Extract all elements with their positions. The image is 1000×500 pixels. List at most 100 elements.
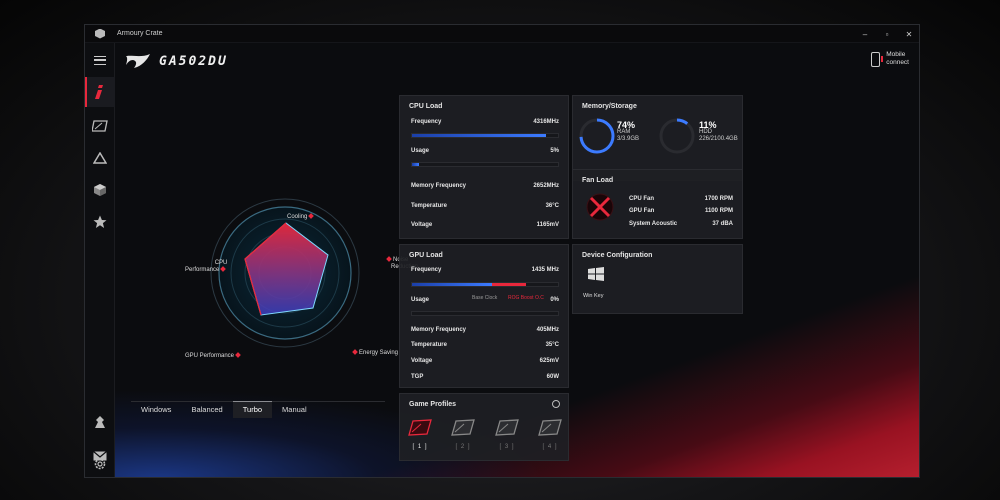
profile-item-3[interactable]: [ 3 ]: [495, 418, 519, 454]
window-title: Armoury Crate: [117, 30, 163, 37]
gpu-usage-value: 0%: [550, 297, 559, 303]
laptop-profile-icon: [495, 419, 519, 436]
profile-item-1[interactable]: [ 1 ]: [408, 418, 432, 454]
star-icon: [93, 215, 107, 228]
sidebar-item-user[interactable]: [85, 407, 115, 437]
gpu-memory-frequency-value: 405MHz: [536, 327, 559, 333]
mobile-connect-line1: Mobile: [886, 51, 906, 58]
hdd-readout: 11% HDD 226/2100.4GB: [699, 120, 738, 143]
cpu-load-title: CPU Load: [409, 103, 443, 110]
laptop-profile-icon: [451, 419, 475, 436]
mode-tab-turbo[interactable]: Turbo: [232, 400, 273, 418]
minimize-button[interactable]: –: [861, 30, 869, 39]
radar-label-energy: Energy Saving: [351, 349, 398, 357]
gpu-fan-value: 1100 RPM: [704, 208, 733, 214]
cpu-frequency-value: 4316MHz: [533, 119, 559, 125]
cube-icon: [94, 184, 106, 196]
cpu-temperature-label: Temperature: [411, 203, 447, 209]
profile-item-4[interactable]: [ 4 ]: [538, 418, 562, 454]
main-panel: GA502DU Mobile connect Cooling Energy Sa…: [115, 43, 919, 477]
cpu-voltage-label: Voltage: [411, 222, 433, 228]
gpu-load-title: GPU Load: [409, 252, 443, 259]
aura-icon: [93, 152, 107, 164]
user-icon: [95, 416, 105, 428]
ram-ring: [579, 118, 615, 154]
gpu-usage-label: Usage: [411, 297, 430, 303]
cpu-memory-frequency-value: 2652MHz: [533, 183, 559, 189]
cpu-voltage-value: 1165mV: [536, 222, 559, 228]
mobile-connect-button[interactable]: Mobile connect: [871, 51, 909, 67]
cpu-usage-bar: [411, 162, 559, 167]
gpu-voltage-label: Voltage: [411, 358, 433, 364]
game-profiles-card: Game Profiles [ 1 ] [ 2 ] [3] [4]: [399, 393, 569, 461]
gpu-temperature-label: Temperature: [411, 342, 447, 348]
cpu-fan-label: CPU Fan: [629, 196, 655, 202]
cpu-usage-value: 5%: [550, 148, 559, 154]
info-icon: [95, 85, 103, 99]
profile-item-2[interactable]: [ 2 ]: [451, 418, 475, 454]
game-profiles-title: Game Profiles: [409, 401, 457, 408]
sidebar-item-home[interactable]: [85, 77, 115, 107]
ram-percent: 74%: [617, 120, 636, 130]
acoustic-label: System Acoustic: [629, 221, 678, 227]
sidebar-item-aura[interactable]: [85, 143, 115, 173]
radar-label-gpu: GPU Performance: [185, 352, 242, 360]
radar-label-cpu: CPU Performance: [185, 260, 228, 273]
acoustic-value: 37 dBA: [712, 221, 733, 227]
mobile-connect-line2: connect: [886, 59, 909, 66]
win-key-toggle[interactable]: Win Key: [583, 263, 609, 303]
sidebar-item-featured[interactable]: [85, 207, 115, 237]
cpu-load-card[interactable]: CPU Load Frequency 4316MHz Usage 5% Memo…: [399, 95, 569, 239]
fan-load-card[interactable]: Fan Load CPU Fan 1700 RPM GPU Fan 1100 R…: [572, 169, 743, 239]
windows-icon: [588, 267, 604, 281]
win-key-label: Win Key: [583, 293, 604, 299]
maximize-button[interactable]: ▫: [883, 30, 891, 39]
title-bar: Armoury Crate – ▫ ✕: [85, 25, 919, 43]
cpu-temperature-value: 36°C: [545, 203, 559, 209]
mode-tab-windows[interactable]: Windows: [131, 402, 181, 418]
phone-icon: [871, 51, 884, 67]
gpu-temperature-value: 35°C: [545, 342, 559, 348]
close-button[interactable]: ✕: [905, 30, 913, 39]
ram-detail: 3/3.9GB: [617, 136, 640, 142]
sidebar-item-settings[interactable]: [85, 449, 115, 477]
cpu-frequency-label: Frequency: [411, 119, 442, 125]
cpu-fan-value: 1700 RPM: [704, 196, 733, 202]
gpu-memory-frequency-label: Memory Frequency: [411, 327, 467, 333]
cpu-frequency-bar: [411, 133, 559, 138]
mode-tab-manual[interactable]: Manual: [272, 402, 317, 418]
rog-logo-icon: [126, 54, 150, 68]
sidebar: [85, 43, 115, 477]
gpu-voltage-value: 625mV: [539, 358, 559, 364]
sidebar-item-gamevisual[interactable]: [85, 175, 115, 205]
sidebar-item-device[interactable]: [85, 111, 115, 141]
cpu-memory-frequency-label: Memory Frequency: [411, 183, 467, 189]
device-configuration-title: Device Configuration: [582, 252, 653, 259]
model-name: GA502DU: [159, 53, 228, 69]
ram-label: RAM: [617, 129, 631, 135]
operating-mode-tabs: Windows Balanced Turbo Manual: [131, 400, 385, 418]
gpu-tgp-label: TGP: [411, 374, 424, 380]
gear-icon: [94, 458, 106, 470]
gpu-boost-label: ROG Boost O.C: [508, 295, 544, 301]
hdd-percent: 11%: [699, 120, 717, 130]
app-logo-icon: [95, 28, 105, 39]
app-window: Armoury Crate – ▫ ✕ GA502DU Mobile conne…: [84, 24, 920, 478]
menu-icon: [94, 55, 106, 65]
gpu-load-card[interactable]: GPU Load Frequency 1435 MHz Base Clock R…: [399, 244, 569, 388]
profile-settings-icon[interactable]: [552, 400, 560, 408]
device-configuration-card: Device Configuration Win Key: [572, 244, 743, 314]
device-icon: [92, 120, 108, 132]
gpu-tgp-value: 60W: [546, 374, 559, 380]
ram-readout: 74% RAM 3/3.9GB: [617, 120, 640, 143]
laptop-profile-icon: [538, 419, 562, 436]
fan-load-title: Fan Load: [582, 177, 614, 184]
hdd-detail: 226/2100.4GB: [699, 136, 738, 142]
cpu-usage-label: Usage: [411, 148, 430, 154]
sidebar-menu-button[interactable]: [85, 45, 115, 75]
gpu-base-clock-label: Base Clock: [472, 295, 498, 301]
gpu-usage-bar: [411, 311, 559, 316]
hdd-label: HDD: [699, 129, 712, 135]
radar-label-cooling: Cooling: [287, 213, 315, 221]
mode-tab-balanced[interactable]: Balanced: [181, 402, 232, 418]
